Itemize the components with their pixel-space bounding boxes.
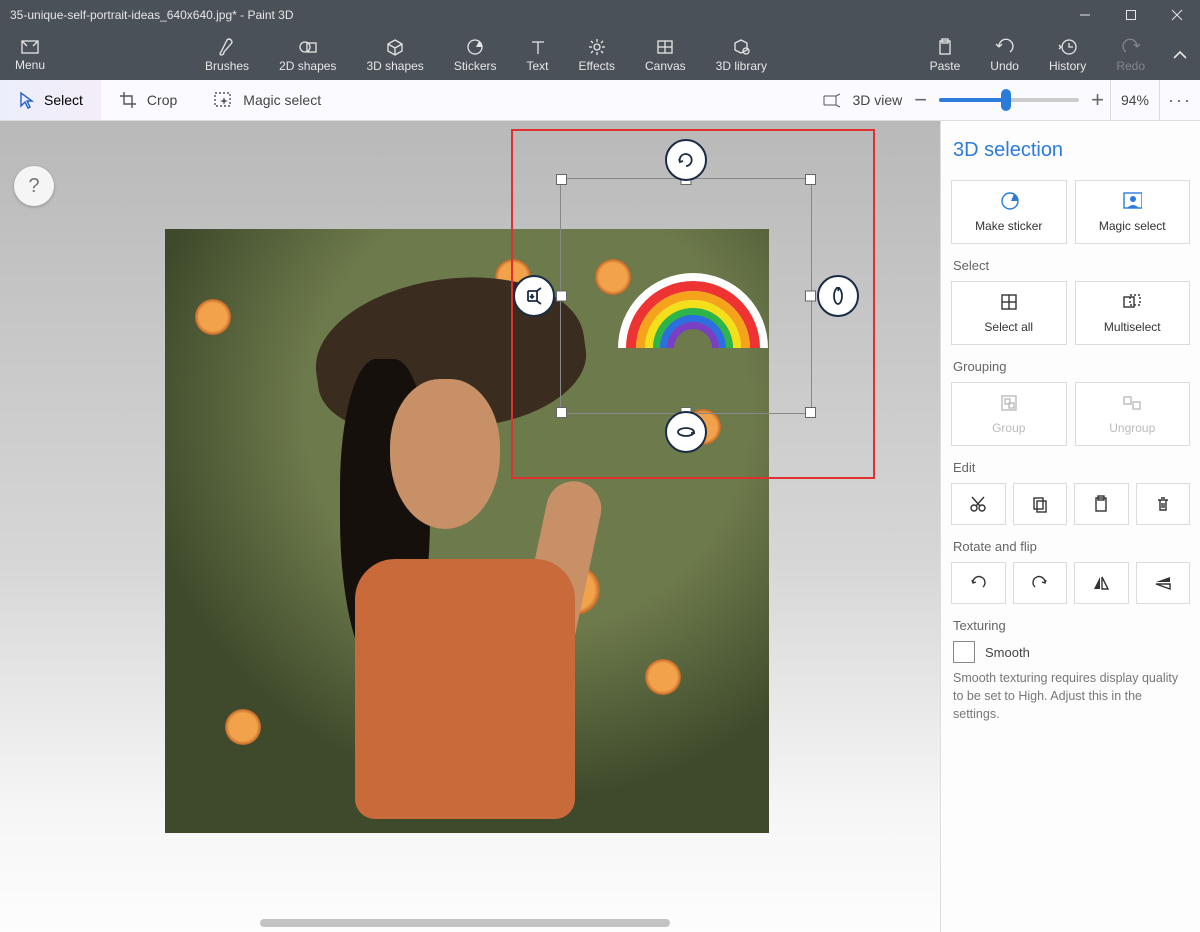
texturing-section-label: Texturing (953, 618, 1190, 633)
history-button[interactable]: History (1034, 30, 1101, 80)
select-tool[interactable]: Select (0, 80, 101, 120)
more-options-button[interactable]: ··· (1159, 80, 1200, 120)
smooth-label: Smooth (985, 645, 1030, 660)
select-section-label: Select (953, 258, 1190, 273)
titlebar: 35-unique-self-portrait-ideas_640x640.jp… (0, 0, 1200, 30)
undo-button[interactable]: Undo (975, 30, 1034, 80)
rotate-y-handle[interactable] (817, 275, 859, 317)
checkbox-box[interactable] (953, 641, 975, 663)
magic-select-icon (1122, 191, 1142, 211)
resize-handle-br[interactable] (805, 407, 816, 418)
grouping-section-label: Grouping (953, 359, 1190, 374)
3d-shapes-tab[interactable]: 3D shapes (351, 30, 438, 80)
selection-bounding-box[interactable] (560, 178, 812, 414)
texturing-note: Smooth texturing requires display qualit… (953, 669, 1188, 723)
redo-button: Redo (1101, 30, 1160, 80)
select-all-button[interactable]: Select all (951, 281, 1067, 345)
group-button: Group (951, 382, 1067, 446)
zoom-out-button[interactable]: − (914, 80, 927, 120)
resize-handle-l[interactable] (556, 291, 567, 302)
horizontal-scrollbar[interactable] (260, 919, 670, 927)
effects-tab[interactable]: Effects (564, 30, 630, 80)
select-all-icon (999, 292, 1019, 312)
ungroup-button: Ungroup (1075, 382, 1191, 446)
window-title: 35-unique-self-portrait-ideas_640x640.jp… (0, 8, 1062, 22)
edit-section-label: Edit (953, 460, 1190, 475)
rotate-ccw-button[interactable] (951, 562, 1006, 604)
rotate-z-handle[interactable] (665, 139, 707, 181)
cut-button[interactable] (951, 483, 1006, 525)
rotate-section-label: Rotate and flip (953, 539, 1190, 554)
crop-tool[interactable]: Crop (101, 80, 195, 120)
close-button[interactable] (1154, 0, 1200, 30)
main-area: ? (0, 121, 1200, 932)
magic-select-button[interactable]: Magic select (1075, 180, 1191, 244)
zoom-slider[interactable] (939, 98, 1079, 102)
ribbon: Menu Brushes 2D shapes 3D shapes Sticker… (0, 30, 1200, 80)
zoom-percent[interactable]: 94% (1110, 80, 1159, 120)
depth-handle[interactable] (513, 275, 555, 317)
canvas-tab[interactable]: Canvas (630, 30, 701, 80)
flip-vertical-button[interactable] (1136, 562, 1191, 604)
multiselect-icon (1122, 292, 1142, 312)
text-tab[interactable]: Text (512, 30, 564, 80)
ungroup-icon (1122, 393, 1142, 413)
rotate-x-handle[interactable] (665, 411, 707, 453)
panel-title: 3D selection (953, 139, 1190, 162)
make-sticker-button[interactable]: Make sticker (951, 180, 1067, 244)
minimize-button[interactable] (1062, 0, 1108, 30)
3d-library-tab[interactable]: 3D library (701, 30, 782, 80)
help-button[interactable]: ? (14, 166, 54, 206)
zoom-slider-knob[interactable] (1001, 89, 1011, 111)
multiselect-button[interactable]: Multiselect (1075, 281, 1191, 345)
sub-toolbar: Select Crop Magic select 3D view − + 94%… (0, 80, 1200, 121)
sticker-icon (999, 191, 1019, 211)
paste-button-panel[interactable] (1074, 483, 1129, 525)
stickers-tab[interactable]: Stickers (439, 30, 512, 80)
rotate-cw-button[interactable] (1013, 562, 1068, 604)
zoom-in-button[interactable]: + (1091, 80, 1104, 120)
menu-button[interactable]: Menu (0, 30, 60, 80)
resize-handle-tl[interactable] (556, 174, 567, 185)
maximize-button[interactable] (1108, 0, 1154, 30)
resize-handle-bl[interactable] (556, 407, 567, 418)
3d-view-toggle[interactable]: 3D view (822, 80, 902, 120)
side-panel: 3D selection Make sticker Magic select S… (940, 121, 1200, 932)
canvas-viewport[interactable]: ? (0, 121, 940, 932)
2d-shapes-tab[interactable]: 2D shapes (264, 30, 351, 80)
flip-horizontal-button[interactable] (1074, 562, 1129, 604)
smooth-checkbox[interactable]: Smooth (953, 641, 1190, 663)
paste-button[interactable]: Paste (915, 30, 976, 80)
resize-handle-r[interactable] (805, 291, 816, 302)
group-icon (999, 393, 1019, 413)
collapse-ribbon-button[interactable] (1160, 30, 1200, 80)
delete-button[interactable] (1136, 483, 1191, 525)
copy-button[interactable] (1013, 483, 1068, 525)
menu-label: Menu (15, 58, 45, 72)
brushes-tab[interactable]: Brushes (190, 30, 264, 80)
resize-handle-tr[interactable] (805, 174, 816, 185)
magic-select-tool[interactable]: Magic select (195, 80, 339, 120)
